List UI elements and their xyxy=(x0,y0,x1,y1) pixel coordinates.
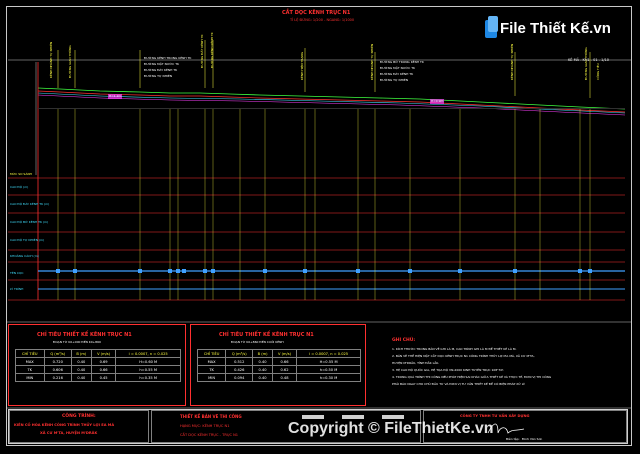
site-label-9: CỐNG TIÊU xyxy=(596,63,600,80)
note-line-4: 3. HỆ CAO ĐỘ QUỐC GIA, HỆ TỌA ĐỘ VN-2000… xyxy=(392,368,505,372)
callout-left-1: ĐƯỜNG KÊNH TRONG KÊNH TK xyxy=(144,56,192,60)
design-table-left-grid: CHỈ TIÊU Q (m³/s) B (m) V (m/s) i = 0.0007, … xyxy=(15,349,181,382)
profile-tag-right: H=0.9m xyxy=(431,99,444,103)
row-label-station: TÊN CỌC xyxy=(10,271,24,275)
callout-right-4: ĐƯỜNG TỰ NHIÊN xyxy=(380,78,409,82)
row-label-elevation: CAO ĐỘ (m) xyxy=(10,185,29,189)
brand-logo-text: File Thiết Kế.vn xyxy=(500,20,611,37)
stamp-bar-3 xyxy=(382,415,404,419)
callout-left-3: ĐƯỜNG ĐÁY KÊNH TK xyxy=(144,68,178,72)
project-line-2: XÃ CƯ M'TA, HUYỆN M'DRĂK xyxy=(40,431,98,435)
item-line-1: HẠNG MỤC: KÊNH TRỤC N1 xyxy=(180,424,230,428)
design-table-left: CHỈ TIÊU THIẾT KẾ KÊNH TRỤC N1 ĐOẠN TỪ K… xyxy=(8,324,186,406)
site-label-5: KÊNH HIỆN TRẠNG xyxy=(300,51,304,80)
design-table-right-grid: CHỈ TIÊU Q (m³/s) B (m) V (m/s) i = 0.0007, … xyxy=(196,349,361,382)
design-table-right-subtitle: ĐOẠN TỪ K0+860 ĐẾN CUỐI KÊNH xyxy=(231,340,284,344)
design-table-right: CHỈ TIÊU THIẾT KẾ KÊNH TRỤC N1 ĐOẠN TỪ K… xyxy=(190,324,366,406)
row-label-bottom: CAO ĐỘ ĐÁY KÊNH TK (m) xyxy=(10,202,50,206)
stamp-bar-1 xyxy=(302,415,324,419)
notes-title: GHI CHÚ: xyxy=(392,338,416,343)
design-table-left-title: CHỈ TIÊU THIẾT KẾ KÊNH TRỤC N1 xyxy=(37,332,132,338)
callout-right-2: ĐƯỜNG MẶT NƯỚC TK xyxy=(380,66,415,70)
brand-logo-icon xyxy=(485,16,498,38)
row-label-natural: CAO ĐỘ TỰ NHIÊN (m) xyxy=(10,238,45,242)
callout-left-4: ĐƯỜNG TỰ NHIÊN xyxy=(144,74,173,78)
site-label-3: ĐƯỜNG ĐẤT KÊNH TK xyxy=(200,34,204,68)
site-label-1: KÊNH NHÁNH TỰ NHIÊN xyxy=(49,41,53,78)
project-line-1: KIÊN CỐ HÓA KÊNH CÔNG TRÌNH THỦY LỢI EA … xyxy=(14,423,115,427)
signer-name: Đinh Văn Sơn xyxy=(522,437,543,441)
note-line-2: 2. BẢN VẼ THỂ HIỆN MẶT CẮT DỌC KÊNH TRỤC… xyxy=(392,354,535,358)
site-label-6: KÊNH NHÁNH TỰ NHIÊN xyxy=(370,43,374,80)
copyright-watermark: Copyright © FileThietKe.vn xyxy=(288,420,494,437)
site-label-2: ĐƯỜNG GIAO THÔNG xyxy=(68,45,72,78)
note-line-1: 1. KÍCH THƯỚC TRONG BẢN VẼ GHI LÀ M, CAO… xyxy=(392,347,517,351)
design-table-left-subtitle: ĐOẠN TỪ K0+000 ĐẾN K0+860 xyxy=(53,340,101,344)
datum-label: MỨC SO SÁNH xyxy=(10,172,32,176)
stamp-bar-2 xyxy=(342,415,364,419)
profile-tag-left: H=1.2m xyxy=(109,94,122,98)
row-label-distance: KHOẢNG CÁCH (m) xyxy=(10,254,39,258)
callout-right-3: ĐƯỜNG ĐÁY KÊNH TK xyxy=(380,72,414,76)
item-line-2: CẮT DỌC KÊNH TRỤC - TRỤC N1 xyxy=(180,433,239,437)
callout-left-2: ĐƯỜNG MẶT NƯỚC TK xyxy=(144,62,179,66)
callout-right-1: ĐƯỜNG BỜ TRONG KÊNH TK xyxy=(380,60,424,64)
note-line-5: 4. TRONG QUÁ TRÌNH THI CÔNG NẾU PHÁT HIỆ… xyxy=(392,375,552,379)
site-label-8: ĐƯỜNG GIAO THÔNG xyxy=(584,47,588,80)
note-line-3: HUYỆN M'DRĂK, TỈNH ĐẮK LẮK. xyxy=(392,361,440,365)
design-table-right-title: CHỈ TIÊU THIẾT KẾ KÊNH TRỤC N1 xyxy=(219,332,314,338)
stage-label: THIẾT KẾ BẢN VẼ THI CÔNG xyxy=(180,414,242,419)
row-label-chainage: LÝ TRÌNH xyxy=(10,287,24,291)
row-label-bank: CAO ĐỘ BỜ KÊNH TK (m) xyxy=(10,220,49,224)
site-label-4: ĐƯỜNG KÊNH KÊNH TK xyxy=(210,32,214,68)
project-label: CÔNG TRÌNH: xyxy=(62,414,96,419)
signer-role: Biên tập: xyxy=(506,437,520,441)
note-line-6: PHẢI BÁO NGAY CHO CHỦ ĐẦU TƯ VÀ ĐƠN VỊ T… xyxy=(392,382,526,386)
site-label-7: KÊNH NHÁNH TỰ NHIÊN xyxy=(510,43,514,80)
title-block-project: CÔNG TRÌNH: KIÊN CỐ HÓA KÊNH CÔNG TRÌNH … xyxy=(9,410,149,443)
